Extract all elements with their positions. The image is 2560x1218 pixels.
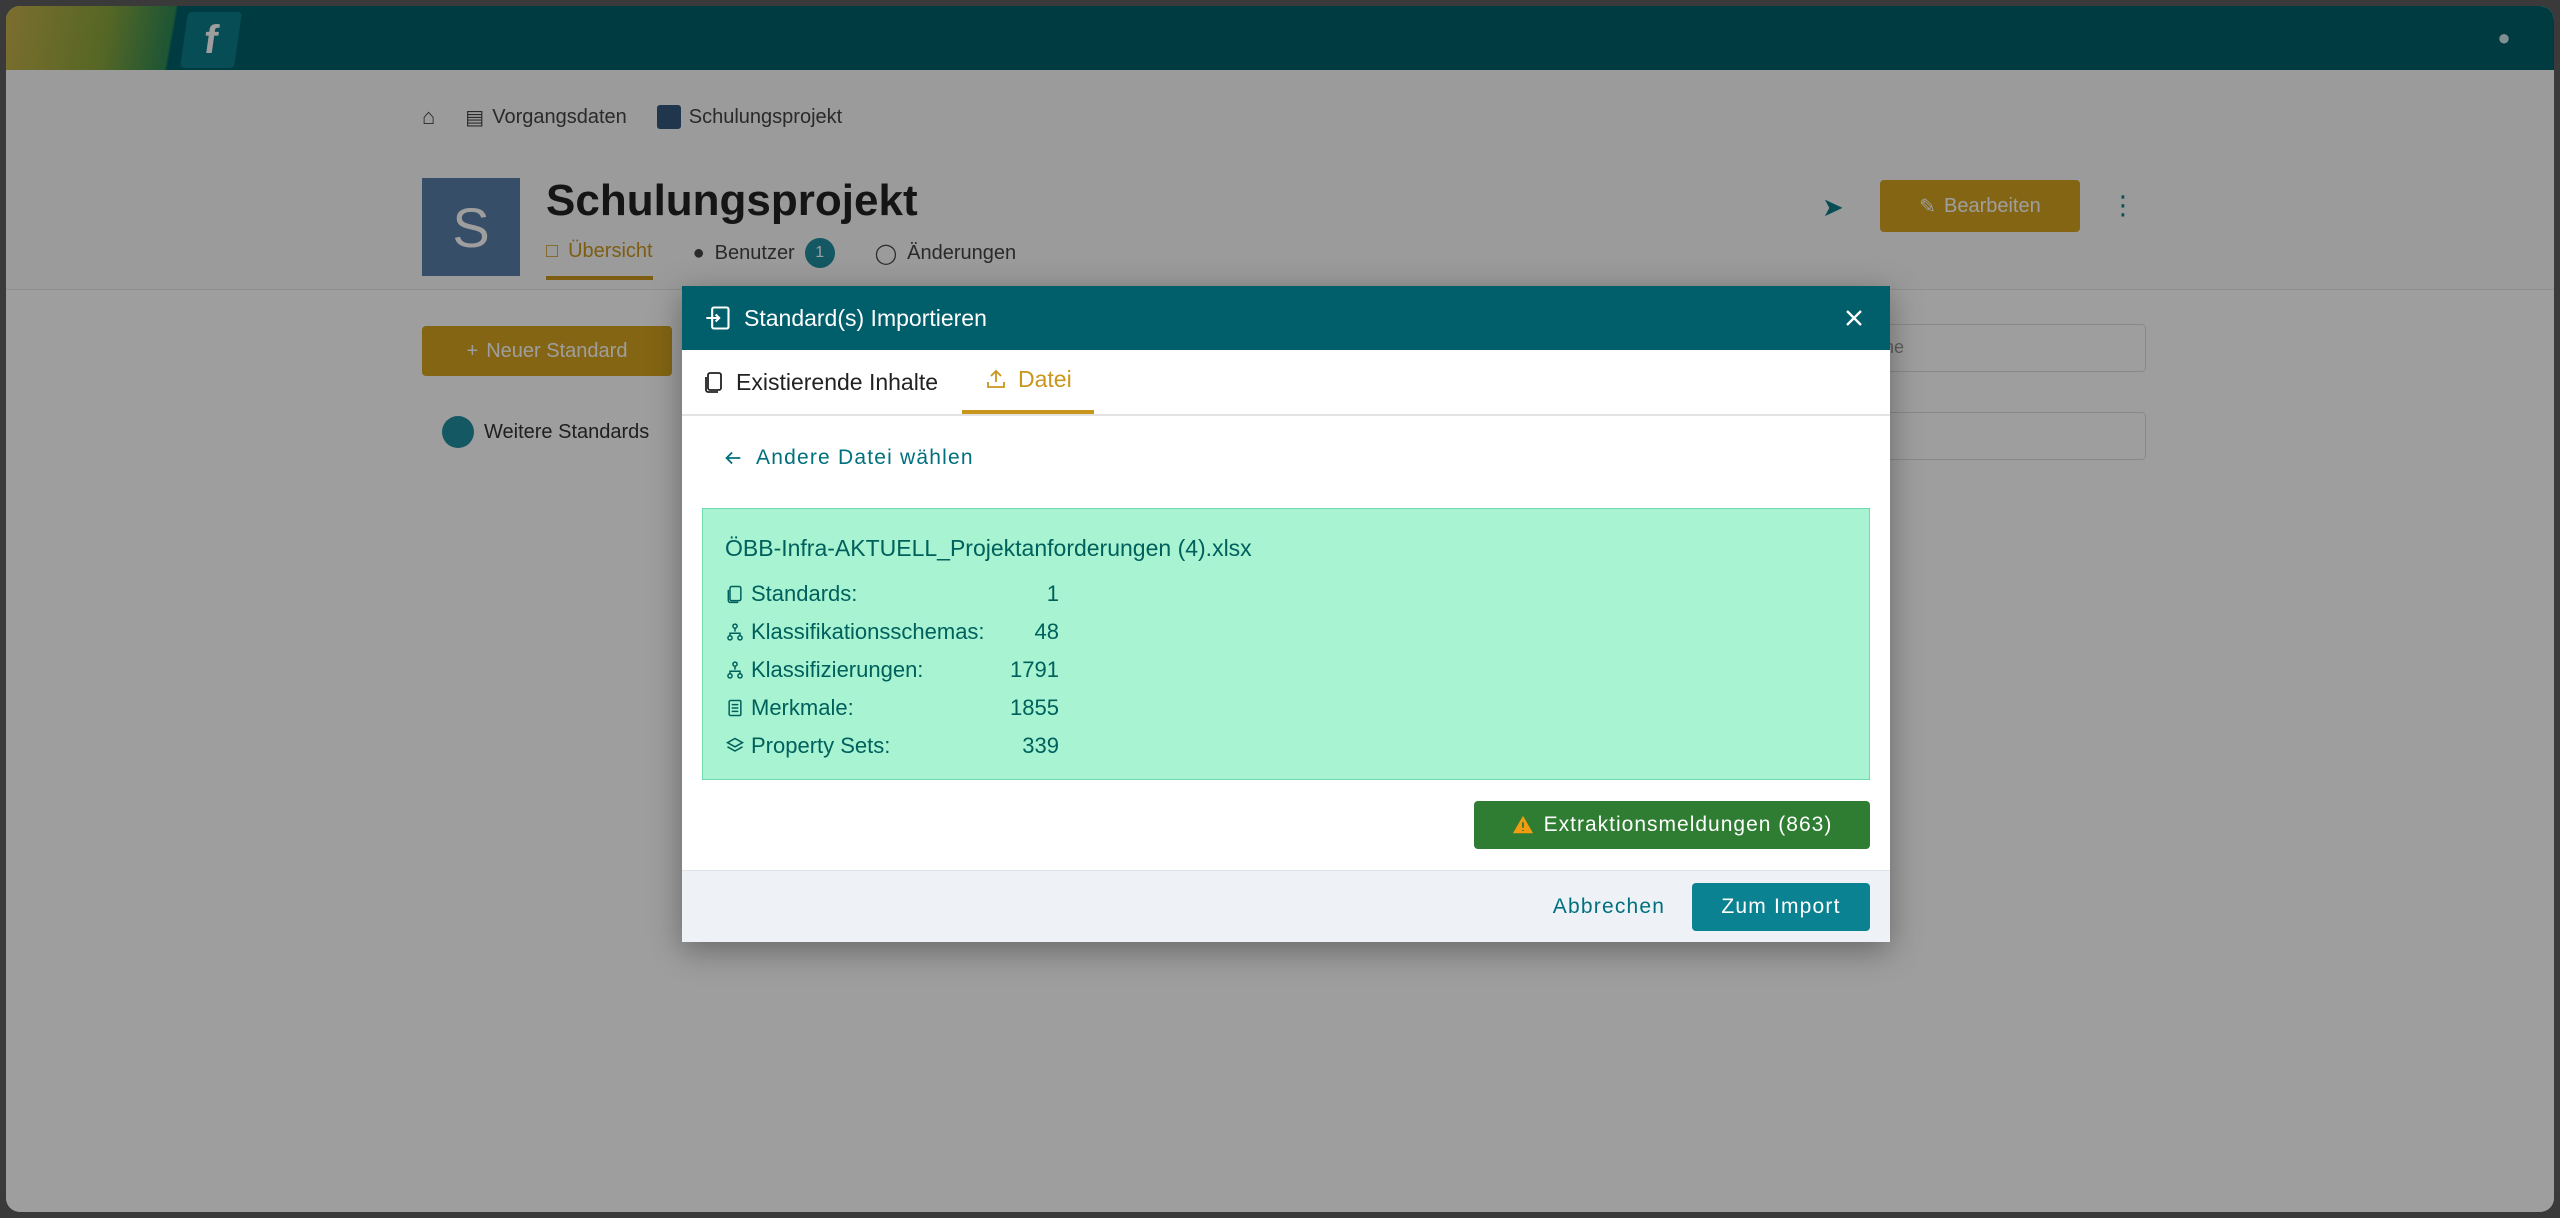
- tab-label: Datei: [1018, 365, 1072, 392]
- stat-label: Klassifikationsschemas:: [751, 619, 985, 644]
- import-dialog: Standard(s) Importieren Existierende Inh…: [682, 286, 1890, 942]
- tab-file[interactable]: Datei: [962, 348, 1094, 414]
- dialog-header: Standard(s) Importieren: [682, 286, 1890, 350]
- stat-standards: Standards: 1: [725, 575, 1059, 613]
- hierarchy-icon: [727, 623, 743, 641]
- tab-label: Existierende Inhalte: [736, 368, 939, 395]
- stat-value: 1855: [1010, 695, 1059, 720]
- arrow-left-icon: [725, 451, 741, 465]
- tab-existing-content[interactable]: Existierende Inhalte: [702, 350, 960, 414]
- stat-label: Klassifizierungen:: [751, 657, 924, 682]
- stat-property-sets: Property Sets: 339: [725, 727, 1059, 765]
- extraction-messages-button[interactable]: Extraktionsmeldungen (863): [1474, 801, 1870, 849]
- import-icon: [706, 306, 730, 330]
- import-button[interactable]: Zum Import: [1692, 883, 1870, 931]
- dialog-tabs: Existierende Inhalte Datei: [682, 350, 1890, 416]
- stat-classifications: Klassifizierungen: 1791: [725, 651, 1059, 689]
- copy-icon: [727, 585, 742, 604]
- stat-properties: Merkmale: 1855: [725, 689, 1059, 727]
- back-link-label: Andere Datei wählen: [756, 446, 974, 469]
- dialog-footer: Abbrechen Zum Import: [682, 870, 1890, 942]
- stat-value: 1791: [1010, 657, 1059, 682]
- stat-value: 339: [1022, 733, 1059, 758]
- stat-value: 1: [1046, 581, 1059, 606]
- cancel-button[interactable]: Abbrechen: [1514, 883, 1704, 931]
- file-name: ÖBB-Infra-AKTUELL_Projektanforderungen (…: [725, 535, 1252, 561]
- warning-icon: [1512, 815, 1533, 834]
- stat-label: Standards:: [751, 581, 858, 606]
- file-summary: ÖBB-Infra-AKTUELL_Projektanforderungen (…: [702, 508, 1870, 780]
- stat-classification-schemas: Klassifikationsschemas: 48: [725, 613, 1059, 651]
- dialog-title: Standard(s) Importieren: [744, 304, 987, 331]
- stat-value: 48: [1034, 619, 1059, 644]
- document-icon: [728, 699, 742, 717]
- upload-icon: [987, 369, 1005, 388]
- hierarchy-icon: [727, 661, 743, 679]
- warning-button-label: Extraktionsmeldungen (863): [1543, 813, 1833, 836]
- stat-label: Property Sets:: [751, 733, 891, 758]
- stat-label: Merkmale:: [751, 695, 854, 720]
- close-icon[interactable]: [1840, 304, 1868, 332]
- file-stats: Standards: 1 Klassifikationsschemas: 48 …: [725, 575, 1059, 765]
- app-window: f ● ⌂ ▤ Vorgangsdaten Schulungsprojekt S…: [6, 6, 2554, 1212]
- layers-icon: [725, 737, 745, 752]
- copy-icon: [705, 372, 722, 393]
- choose-other-file-link[interactable]: Andere Datei wählen: [722, 446, 974, 470]
